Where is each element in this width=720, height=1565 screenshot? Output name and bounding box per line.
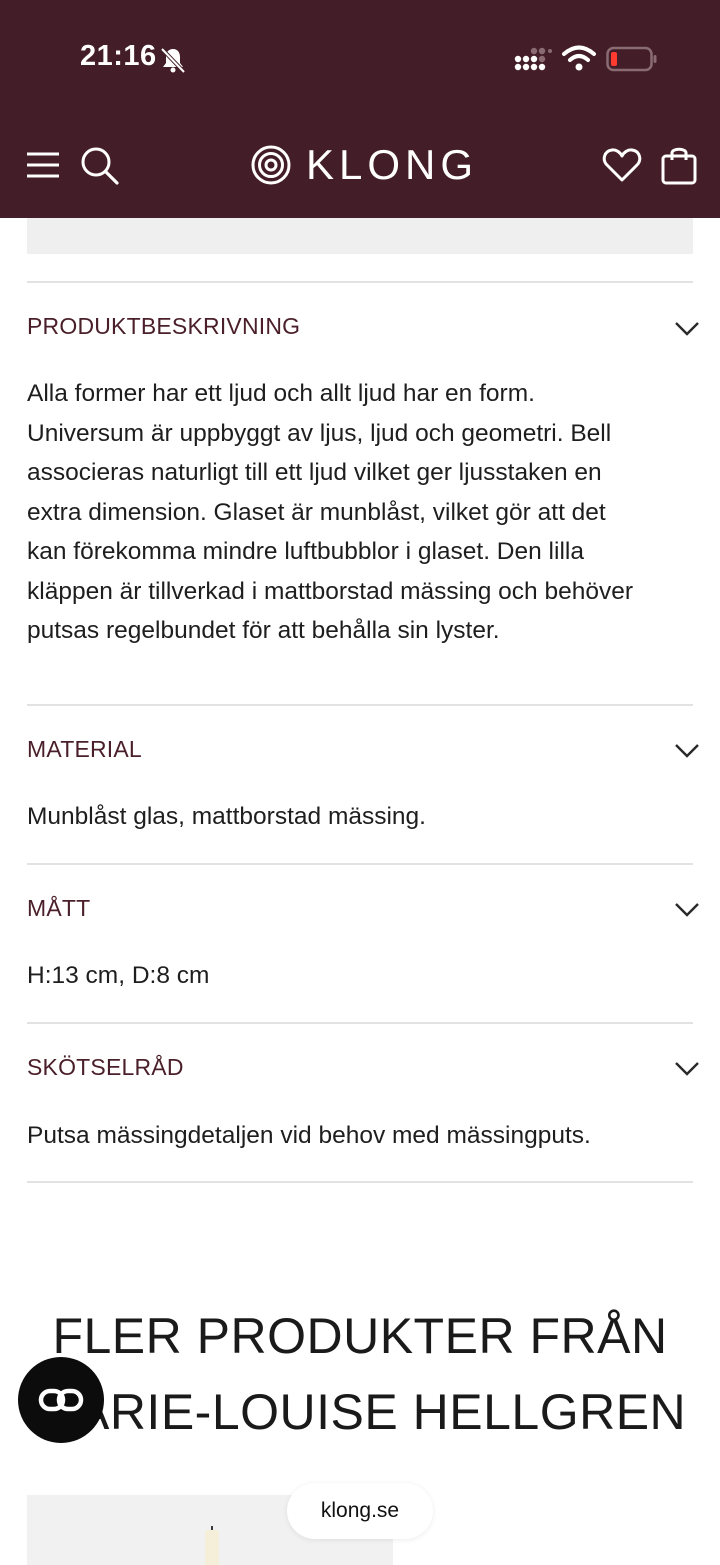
klong-logo-icon xyxy=(251,145,291,185)
divider xyxy=(27,1022,693,1024)
chevron-down-icon[interactable] xyxy=(673,901,701,919)
menu-icon[interactable] xyxy=(24,148,62,182)
divider xyxy=(27,704,693,706)
description-line: kan förekomma mindre luftbubblor i glase… xyxy=(27,538,584,565)
search-icon[interactable] xyxy=(78,144,120,186)
more-products-line1: FLER PRODUKTER FRÅN xyxy=(52,1308,668,1364)
accordion-title-produktbeskrivning[interactable]: PRODUKTBESKRIVNING xyxy=(27,313,300,340)
signal-icon xyxy=(514,47,552,71)
bag-icon[interactable] xyxy=(660,144,698,186)
divider xyxy=(27,1181,693,1183)
info-box xyxy=(27,218,693,254)
accordion-title-material[interactable]: MATERIAL xyxy=(27,736,142,763)
description-line: extra dimension. Glaset är munblåst, vil… xyxy=(27,498,606,526)
divider xyxy=(27,281,693,283)
brand-logo[interactable]: KLONG xyxy=(250,140,478,190)
description-line: Alla former har ett ljud och allt ljud h… xyxy=(27,380,535,407)
accordion-body-produktbeskrivning: Alla former har ett ljud och allt ljud h… xyxy=(27,374,697,651)
heart-icon[interactable] xyxy=(602,146,642,184)
divider xyxy=(27,863,693,865)
url-text: klong.se xyxy=(320,1499,400,1522)
description-line: kläppen är tillverkad i mattborstad mäss… xyxy=(27,577,634,605)
chat-icon xyxy=(38,1388,84,1412)
more-products-line2: MARIE-LOUISE HELLGREN xyxy=(33,1384,687,1440)
brand-name: KLONG xyxy=(306,141,479,188)
more-products-heading: FLER PRODUKTER FRÅN MARIE-LOUISE HELLGRE… xyxy=(0,1298,720,1450)
product-image xyxy=(205,1530,219,1565)
accordion-body-matt: H:13 cm, D:8 cm xyxy=(27,962,210,989)
site-header: 21:16 KLONG xyxy=(0,0,720,218)
status-time: 21:16 xyxy=(80,40,157,72)
accordion-body-material: Munblåst glas, mattborstad mässing. xyxy=(27,803,426,830)
accordion-body-skotselrad: Putsa mässingdetaljen vid behov med mäss… xyxy=(27,1122,591,1149)
chat-button[interactable] xyxy=(18,1357,104,1443)
description-line: associeras naturligt till ett ljud vilke… xyxy=(27,459,602,486)
browser-url-bar[interactable]: klong.se xyxy=(287,1483,433,1539)
chevron-down-icon[interactable] xyxy=(673,1060,701,1078)
chevron-down-icon[interactable] xyxy=(673,742,701,760)
description-line: Universum är uppbyggt av ljus, ljud och … xyxy=(27,419,612,447)
bell-slash-icon xyxy=(160,47,186,74)
battery-icon xyxy=(606,46,657,72)
accordion-title-skotselrad[interactable]: SKÖTSELRÅD xyxy=(27,1054,184,1081)
wifi-icon xyxy=(562,45,596,71)
description-line: putsas regelbundet för att behålla sin l… xyxy=(27,617,500,644)
chevron-down-icon[interactable] xyxy=(673,320,701,338)
accordion-title-matt[interactable]: MÅTT xyxy=(27,895,90,922)
